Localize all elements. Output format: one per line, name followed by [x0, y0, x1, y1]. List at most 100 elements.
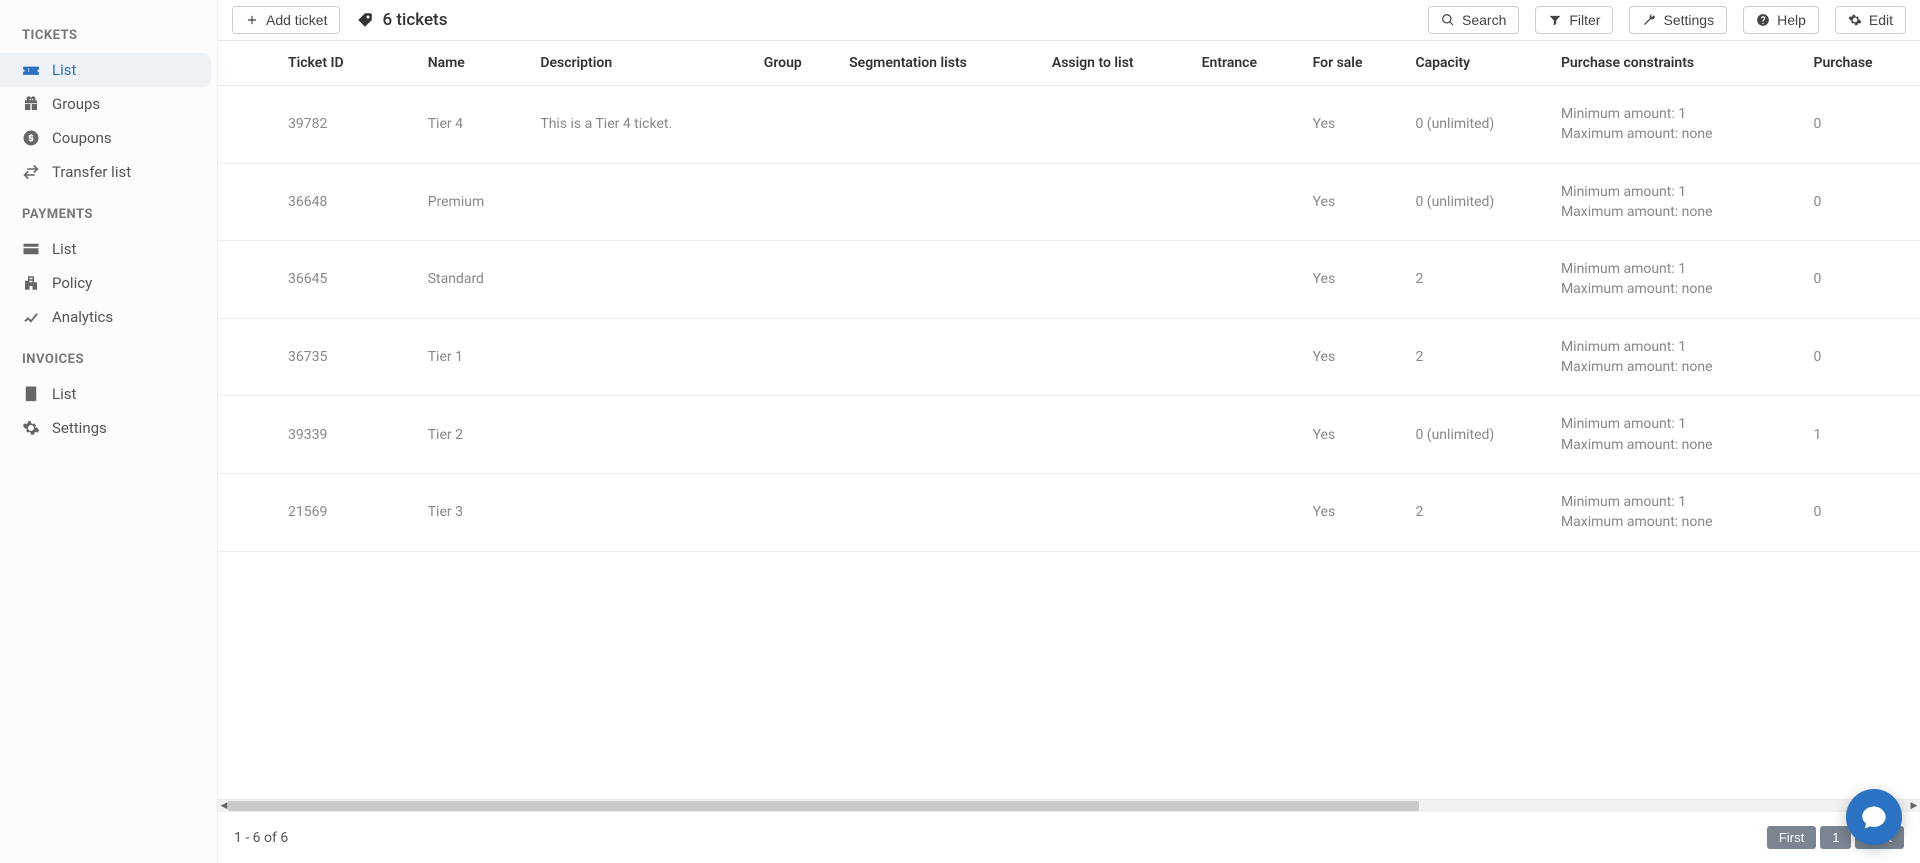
cell-ticket-id: 39782 — [218, 86, 418, 164]
wrench-icon — [1642, 13, 1656, 27]
cell-capacity: 2 — [1405, 241, 1551, 319]
sidebar-item-label: List — [52, 61, 76, 79]
cell-capacity: 2 — [1405, 318, 1551, 396]
table-row[interactable]: 36735Tier 1Yes2Minimum amount: 1Maximum … — [218, 318, 1920, 396]
sidebar-section-invoices: INVOICES — [0, 334, 217, 377]
col-entrance[interactable]: Entrance — [1192, 41, 1303, 86]
scroll-thumb[interactable] — [228, 801, 1419, 811]
cell-purchase: 0 — [1804, 86, 1920, 164]
cell-name: Tier 1 — [418, 318, 531, 396]
cell-name: Tier 4 — [418, 86, 531, 164]
cell-purchase: 0 — [1804, 163, 1920, 241]
cell-entrance — [1192, 473, 1303, 551]
cell-constraints: Minimum amount: 1Maximum amount: none — [1551, 396, 1804, 474]
table-row[interactable]: 21569Tier 3Yes2Minimum amount: 1Maximum … — [218, 473, 1920, 551]
pager-first-button[interactable]: First — [1767, 826, 1816, 849]
cell-assign — [1042, 396, 1192, 474]
help-button[interactable]: Help — [1743, 6, 1819, 34]
sidebar-item-analytics[interactable]: Analytics — [0, 300, 217, 334]
cell-assign — [1042, 163, 1192, 241]
sidebar-item-coupons[interactable]: Coupons — [0, 121, 217, 155]
sidebar-item-label: Coupons — [52, 129, 112, 147]
cell-for-sale: Yes — [1303, 318, 1406, 396]
cell-constraints: Minimum amount: 1Maximum amount: none — [1551, 473, 1804, 551]
sidebar-item-invoice-settings[interactable]: Settings — [0, 411, 217, 445]
cell-segmentation — [839, 318, 1042, 396]
cell-group — [754, 473, 839, 551]
sidebar-section-payments: PAYMENTS — [0, 189, 217, 232]
cell-purchase: 0 — [1804, 473, 1920, 551]
gear-icon — [22, 419, 40, 437]
cell-for-sale: Yes — [1303, 86, 1406, 164]
gear-icon — [1848, 13, 1862, 27]
cell-capacity: 0 (unlimited) — [1405, 86, 1551, 164]
sidebar-item-label: Settings — [52, 419, 107, 437]
pager-page-button[interactable]: 1 — [1820, 826, 1851, 849]
cell-segmentation — [839, 86, 1042, 164]
scroll-right-icon[interactable]: ▶ — [1908, 800, 1920, 811]
sidebar-item-policy[interactable]: Policy — [0, 266, 217, 300]
col-purchase[interactable]: Purchase — [1804, 41, 1920, 86]
filter-button[interactable]: Filter — [1535, 6, 1613, 34]
table-row[interactable]: 36648PremiumYes0 (unlimited)Minimum amou… — [218, 163, 1920, 241]
edit-button[interactable]: Edit — [1835, 6, 1906, 34]
cell-constraints: Minimum amount: 1Maximum amount: none — [1551, 163, 1804, 241]
cell-segmentation — [839, 241, 1042, 319]
col-segmentation[interactable]: Segmentation lists — [839, 41, 1042, 86]
sidebar: TICKETS List Groups Coupons Transfer lis… — [0, 0, 218, 863]
filter-icon — [1548, 13, 1562, 27]
ticket-icon — [22, 61, 40, 79]
cell-segmentation — [839, 473, 1042, 551]
col-for-sale[interactable]: For sale — [1303, 41, 1406, 86]
main: Add ticket 6 tickets Search Filter Setti… — [218, 0, 1920, 863]
col-constraints[interactable]: Purchase constraints — [1551, 41, 1804, 86]
cell-constraints: Minimum amount: 1Maximum amount: none — [1551, 86, 1804, 164]
chat-icon — [1860, 803, 1888, 831]
gift-icon — [22, 95, 40, 113]
table-row[interactable]: 39339Tier 2Yes0 (unlimited)Minimum amoun… — [218, 396, 1920, 474]
cell-assign — [1042, 473, 1192, 551]
sidebar-item-invoices-list[interactable]: List — [0, 377, 217, 411]
cell-assign — [1042, 86, 1192, 164]
button-label: Search — [1462, 12, 1506, 28]
col-description[interactable]: Description — [530, 41, 753, 86]
button-label: Help — [1777, 12, 1806, 28]
chat-bubble[interactable] — [1846, 789, 1902, 845]
cell-description — [530, 241, 753, 319]
col-group[interactable]: Group — [754, 41, 839, 86]
cell-description — [530, 473, 753, 551]
cell-description: This is a Tier 4 ticket. — [530, 86, 753, 164]
sidebar-item-transfer-list[interactable]: Transfer list — [0, 155, 217, 189]
col-capacity[interactable]: Capacity — [1405, 41, 1551, 86]
add-ticket-button[interactable]: Add ticket — [232, 6, 340, 34]
table-header-row: Ticket ID Name Description Group Segment… — [218, 41, 1920, 86]
cell-entrance — [1192, 241, 1303, 319]
sidebar-item-groups[interactable]: Groups — [0, 87, 217, 121]
table-scroll[interactable]: Ticket ID Name Description Group Segment… — [218, 41, 1920, 799]
help-icon — [1756, 13, 1770, 27]
cell-capacity: 0 (unlimited) — [1405, 396, 1551, 474]
settings-button[interactable]: Settings — [1629, 6, 1727, 34]
sidebar-item-tickets-list[interactable]: List — [0, 53, 211, 87]
cell-group — [754, 318, 839, 396]
search-button[interactable]: Search — [1428, 6, 1519, 34]
col-name[interactable]: Name — [418, 41, 531, 86]
coin-icon — [22, 129, 40, 147]
ticket-count: 6 tickets — [356, 10, 447, 30]
table-row[interactable]: 36645StandardYes2Minimum amount: 1Maximu… — [218, 241, 1920, 319]
building-icon — [22, 274, 40, 292]
cell-for-sale: Yes — [1303, 163, 1406, 241]
horizontal-scrollbar[interactable]: ◀ ▶ — [218, 799, 1920, 811]
table-wrap: Ticket ID Name Description Group Segment… — [218, 41, 1920, 811]
col-assign[interactable]: Assign to list — [1042, 41, 1192, 86]
cell-ticket-id: 36648 — [218, 163, 418, 241]
cell-for-sale: Yes — [1303, 473, 1406, 551]
cell-name: Tier 3 — [418, 473, 531, 551]
tickets-table: Ticket ID Name Description Group Segment… — [218, 41, 1920, 552]
table-row[interactable]: 39782Tier 4This is a Tier 4 ticket. Yes0 … — [218, 86, 1920, 164]
cell-entrance — [1192, 396, 1303, 474]
sidebar-item-payments-list[interactable]: List — [0, 232, 217, 266]
col-ticket-id[interactable]: Ticket ID — [218, 41, 418, 86]
button-label: Filter — [1569, 12, 1600, 28]
cell-ticket-id: 36735 — [218, 318, 418, 396]
